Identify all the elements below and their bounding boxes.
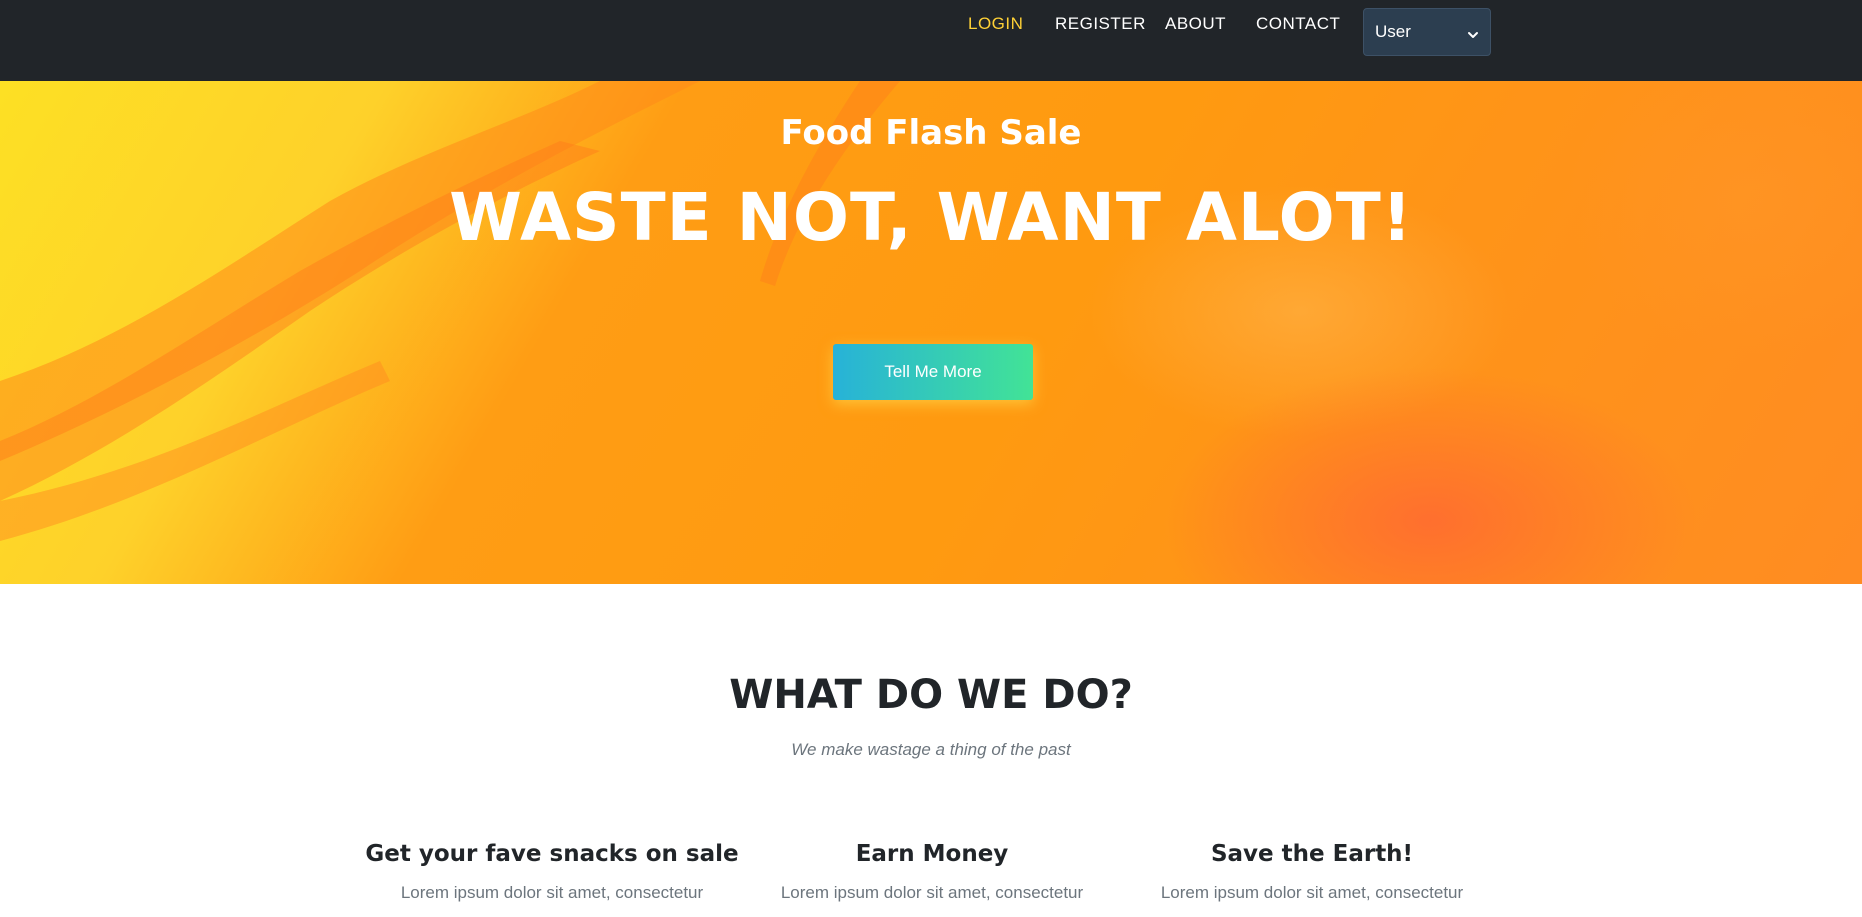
user-role-select-value: User [1375, 22, 1411, 41]
section-subheading: We make wastage a thing of the past [791, 740, 1071, 759]
user-role-select[interactable]: User [1363, 8, 1491, 56]
service-heading: Save the Earth! [1210, 841, 1414, 867]
section-heading: WHAT DO WE DO? [729, 672, 1133, 718]
service-text: Lorem ipsum dolor sit amet, consectetur [1160, 883, 1464, 902]
service-text: Lorem ipsum dolor sit amet, consectetur [780, 883, 1084, 902]
nav-link-about[interactable]: ABOUT [1165, 14, 1226, 34]
navbar: LOGIN REGISTER ABOUT CONTACT User [0, 0, 1862, 81]
service-heading: Get your fave snacks on sale [365, 841, 739, 867]
tell-me-more-button[interactable]: Tell Me More [833, 344, 1033, 400]
hero-banner: Food Flash Sale WASTE NOT, WANT ALOT! Te… [0, 81, 1862, 584]
service-item: Save the Earth! Lorem ipsum dolor sit am… [1122, 838, 1502, 904]
service-item: Earn Money Lorem ipsum dolor sit amet, c… [742, 838, 1122, 904]
hero-background-art [0, 81, 900, 541]
chevron-down-icon [1467, 26, 1479, 38]
nav-links: LOGIN REGISTER ABOUT CONTACT [0, 0, 1862, 81]
nav-link-login[interactable]: LOGIN [968, 14, 1023, 34]
hero-subtitle: Food Flash Sale [780, 113, 1082, 153]
service-text: Lorem ipsum dolor sit amet, consectetur [400, 883, 704, 902]
service-item: Get your fave snacks on sale Lorem ipsum… [362, 838, 742, 904]
nav-link-register[interactable]: REGISTER [1055, 14, 1146, 34]
hero-title: WASTE NOT, WANT ALOT! [449, 179, 1413, 256]
service-heading: Earn Money [855, 841, 1009, 867]
nav-link-contact[interactable]: CONTACT [1256, 14, 1340, 34]
